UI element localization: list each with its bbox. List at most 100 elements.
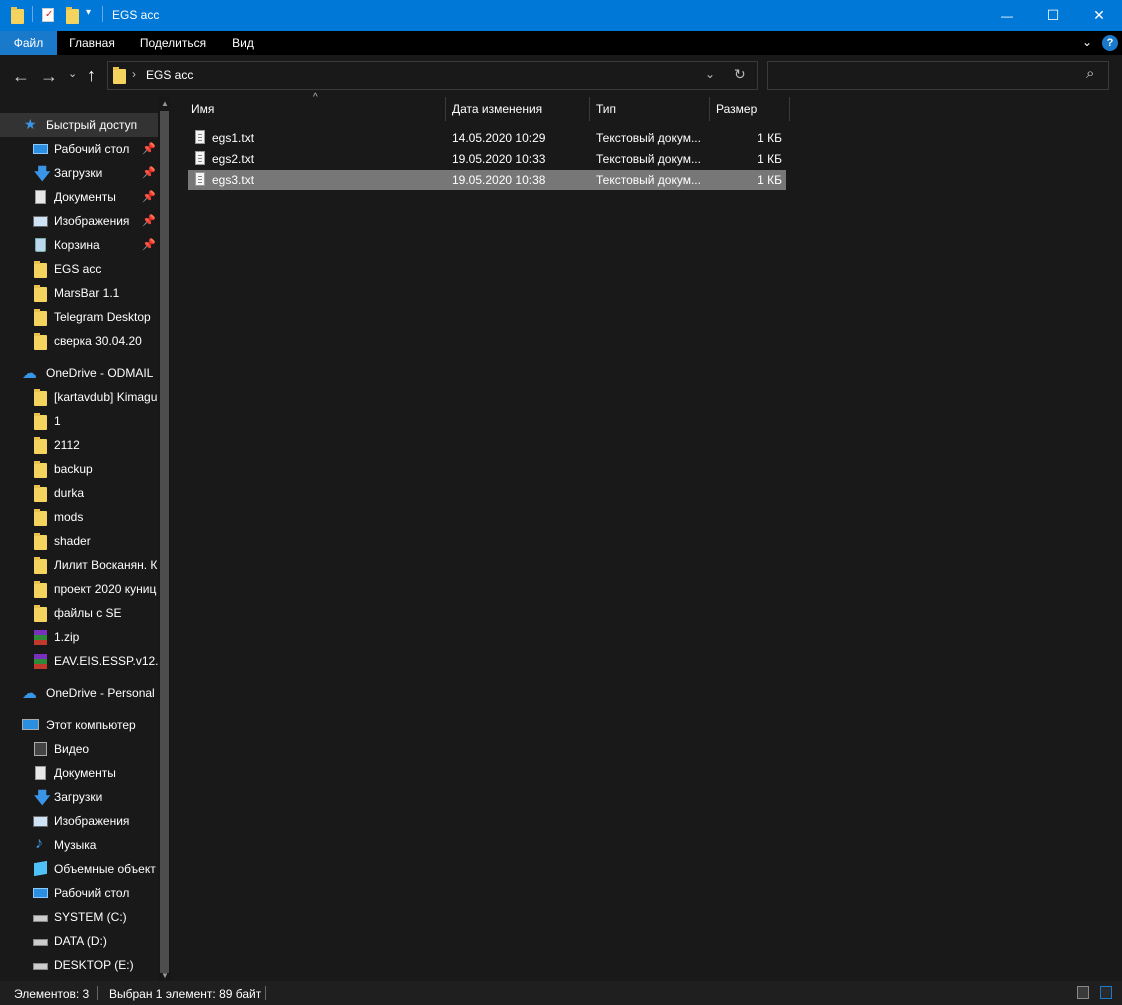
folder-icon bbox=[34, 461, 48, 478]
tab-file[interactable]: Файл bbox=[0, 31, 57, 55]
file-row[interactable]: egs2.txt 19.05.2020 10:33 Текстовый докум.… bbox=[188, 149, 786, 169]
sidebar-item-onedrive-odmail[interactable]: ☁ OneDrive - ODMAIL bbox=[0, 361, 158, 385]
column-header-date[interactable]: Дата изменения bbox=[452, 97, 542, 121]
column-header-name[interactable]: Имя bbox=[191, 97, 214, 121]
address-dropdown-icon[interactable]: ⌄ bbox=[705, 67, 715, 81]
sidebar-item-quick-access[interactable]: ★ Быстрый доступ bbox=[0, 113, 158, 137]
column-divider[interactable] bbox=[789, 97, 790, 121]
sidebar-item[interactable]: SYSTEM (C:) bbox=[0, 905, 158, 929]
sidebar-item[interactable]: 🡇 Загрузки bbox=[0, 785, 158, 809]
sidebar-item[interactable]: durka bbox=[0, 481, 158, 505]
sidebar-item[interactable]: DESKTOP (E:) bbox=[0, 953, 158, 977]
customize-quick-access-icon[interactable]: ▾ bbox=[86, 7, 91, 18]
separator bbox=[265, 986, 266, 1000]
sidebar-item[interactable]: EGS acc bbox=[0, 257, 158, 281]
sidebar-item[interactable]: 🡇 Загрузки 📌 bbox=[0, 161, 158, 185]
sidebar-item-label: mods bbox=[54, 510, 84, 524]
back-icon[interactable]: ← bbox=[12, 67, 30, 85]
search-input[interactable]: ⌕ bbox=[767, 61, 1109, 90]
column-divider[interactable] bbox=[589, 97, 590, 121]
sidebar-item[interactable]: EAV.EIS.ESSP.v12.2.3 bbox=[0, 649, 158, 673]
sidebar-item[interactable]: Лилит Восканян. К bbox=[0, 553, 158, 577]
folder-icon bbox=[34, 581, 48, 598]
file-name: egs1.txt bbox=[212, 131, 255, 145]
sidebar-item[interactable]: Видео bbox=[0, 737, 158, 761]
pictures-icon bbox=[33, 814, 48, 828]
pin-icon[interactable]: 📌 bbox=[142, 166, 156, 179]
properties-icon[interactable]: ✓ bbox=[42, 8, 54, 22]
folder-icon bbox=[34, 413, 48, 430]
tab-view[interactable]: Вид bbox=[219, 31, 267, 55]
sidebar-item[interactable]: shader bbox=[0, 529, 158, 553]
column-divider[interactable] bbox=[445, 97, 446, 121]
navigation-pane: ★ Быстрый доступ Рабочий стол 📌 🡇 Загрузки 📌 До… bbox=[0, 97, 171, 981]
pin-icon[interactable]: 📌 bbox=[142, 214, 156, 227]
column-header-type[interactable]: Тип bbox=[596, 97, 616, 121]
sidebar-item[interactable]: 1 bbox=[0, 409, 158, 433]
sidebar-item[interactable]: Рабочий стол bbox=[0, 881, 158, 905]
up-icon[interactable]: ↑ bbox=[87, 66, 96, 84]
scroll-down-icon[interactable]: ▼ bbox=[161, 971, 169, 980]
sidebar-item[interactable]: backup bbox=[0, 457, 158, 481]
sidebar-item[interactable]: Объемные объект bbox=[0, 857, 158, 881]
address-bar[interactable]: › EGS acc ⌄ ↻ bbox=[107, 61, 758, 90]
sidebar-item[interactable]: Документы 📌 bbox=[0, 185, 158, 209]
sidebar-item[interactable]: [kartavdub] Kimagu bbox=[0, 385, 158, 409]
ribbon-tabs: Файл Главная Поделиться Вид ⌄ ? bbox=[0, 31, 1122, 55]
maximize-button[interactable]: ☐ bbox=[1030, 0, 1076, 31]
sidebar-item[interactable]: ♪ Музыка bbox=[0, 833, 158, 857]
sidebar-item[interactable]: Документы bbox=[0, 761, 158, 785]
documents-icon bbox=[34, 190, 48, 204]
folder-icon bbox=[113, 67, 126, 84]
sidebar-item[interactable]: DATA (D:) bbox=[0, 929, 158, 953]
details-view-icon[interactable] bbox=[1077, 986, 1089, 999]
sidebar-item-label: Рабочий стол bbox=[54, 142, 130, 156]
sidebar-item-this-pc[interactable]: Этот компьютер bbox=[0, 713, 158, 737]
file-row[interactable]: egs1.txt 14.05.2020 10:29 Текстовый докум.… bbox=[188, 128, 786, 148]
tab-share[interactable]: Поделиться bbox=[127, 31, 219, 55]
cloud-icon: ☁ bbox=[22, 365, 37, 382]
sidebar-item[interactable]: сверка 30.04.20 bbox=[0, 329, 158, 353]
tab-home[interactable]: Главная bbox=[57, 31, 127, 55]
sidebar-item[interactable]: mods bbox=[0, 505, 158, 529]
sidebar-item[interactable]: Изображения 📌 bbox=[0, 209, 158, 233]
sidebar-item[interactable]: Корзина 📌 bbox=[0, 233, 158, 257]
sidebar-item-label: Объемные объект bbox=[54, 862, 156, 876]
sidebar-scrollbar[interactable]: ▲ ▼ bbox=[158, 97, 171, 981]
sidebar-item[interactable]: проект 2020 куниц bbox=[0, 577, 158, 601]
sidebar-item[interactable]: 1.zip bbox=[0, 625, 158, 649]
sidebar-item[interactable]: MarsBar 1.1 bbox=[0, 281, 158, 305]
folder-icon bbox=[11, 7, 24, 24]
file-size: 1 КБ bbox=[757, 152, 782, 166]
sidebar-item[interactable]: файлы с SE bbox=[0, 601, 158, 625]
navigation-bar: ← → ⌄ ↑ › EGS acc ⌄ ↻ ⌕ bbox=[0, 55, 1122, 97]
breadcrumb-separator[interactable]: › bbox=[132, 67, 136, 81]
scrollbar-thumb[interactable] bbox=[160, 111, 169, 973]
sidebar-item[interactable]: Telegram Desktop bbox=[0, 305, 158, 329]
sidebar-item[interactable]: Изображения bbox=[0, 809, 158, 833]
help-icon[interactable]: ? bbox=[1102, 35, 1118, 51]
column-divider[interactable] bbox=[709, 97, 710, 121]
forward-icon[interactable]: → bbox=[40, 67, 58, 85]
minimize-button[interactable]: — bbox=[984, 0, 1030, 31]
close-button[interactable]: ✕ bbox=[1076, 0, 1122, 31]
pin-icon[interactable]: 📌 bbox=[142, 142, 156, 155]
drive-icon bbox=[33, 910, 48, 924]
new-folder-icon[interactable] bbox=[66, 7, 79, 24]
file-row[interactable]: egs3.txt 19.05.2020 10:38 Текстовый докум.… bbox=[188, 170, 786, 190]
expand-ribbon-icon[interactable]: ⌄ bbox=[1082, 35, 1092, 49]
sidebar-item-onedrive-personal[interactable]: ☁ OneDrive - Personal bbox=[0, 681, 158, 705]
large-icons-view-icon[interactable] bbox=[1100, 986, 1112, 999]
breadcrumb-egs-acc[interactable]: EGS acc bbox=[146, 68, 193, 82]
sidebar-item-label: Загрузки bbox=[54, 790, 103, 804]
sidebar-item[interactable]: Рабочий стол 📌 bbox=[0, 137, 158, 161]
sidebar-item[interactable]: 2112 bbox=[0, 433, 158, 457]
column-header-size[interactable]: Размер bbox=[716, 97, 757, 121]
pin-icon[interactable]: 📌 bbox=[142, 238, 156, 251]
scroll-up-icon[interactable]: ▲ bbox=[161, 99, 169, 108]
pin-icon[interactable]: 📌 bbox=[142, 190, 156, 203]
recent-locations-icon[interactable]: ⌄ bbox=[68, 65, 77, 83]
folder-icon bbox=[34, 261, 48, 278]
refresh-icon[interactable]: ↻ bbox=[734, 66, 746, 83]
folder-icon bbox=[34, 389, 48, 406]
